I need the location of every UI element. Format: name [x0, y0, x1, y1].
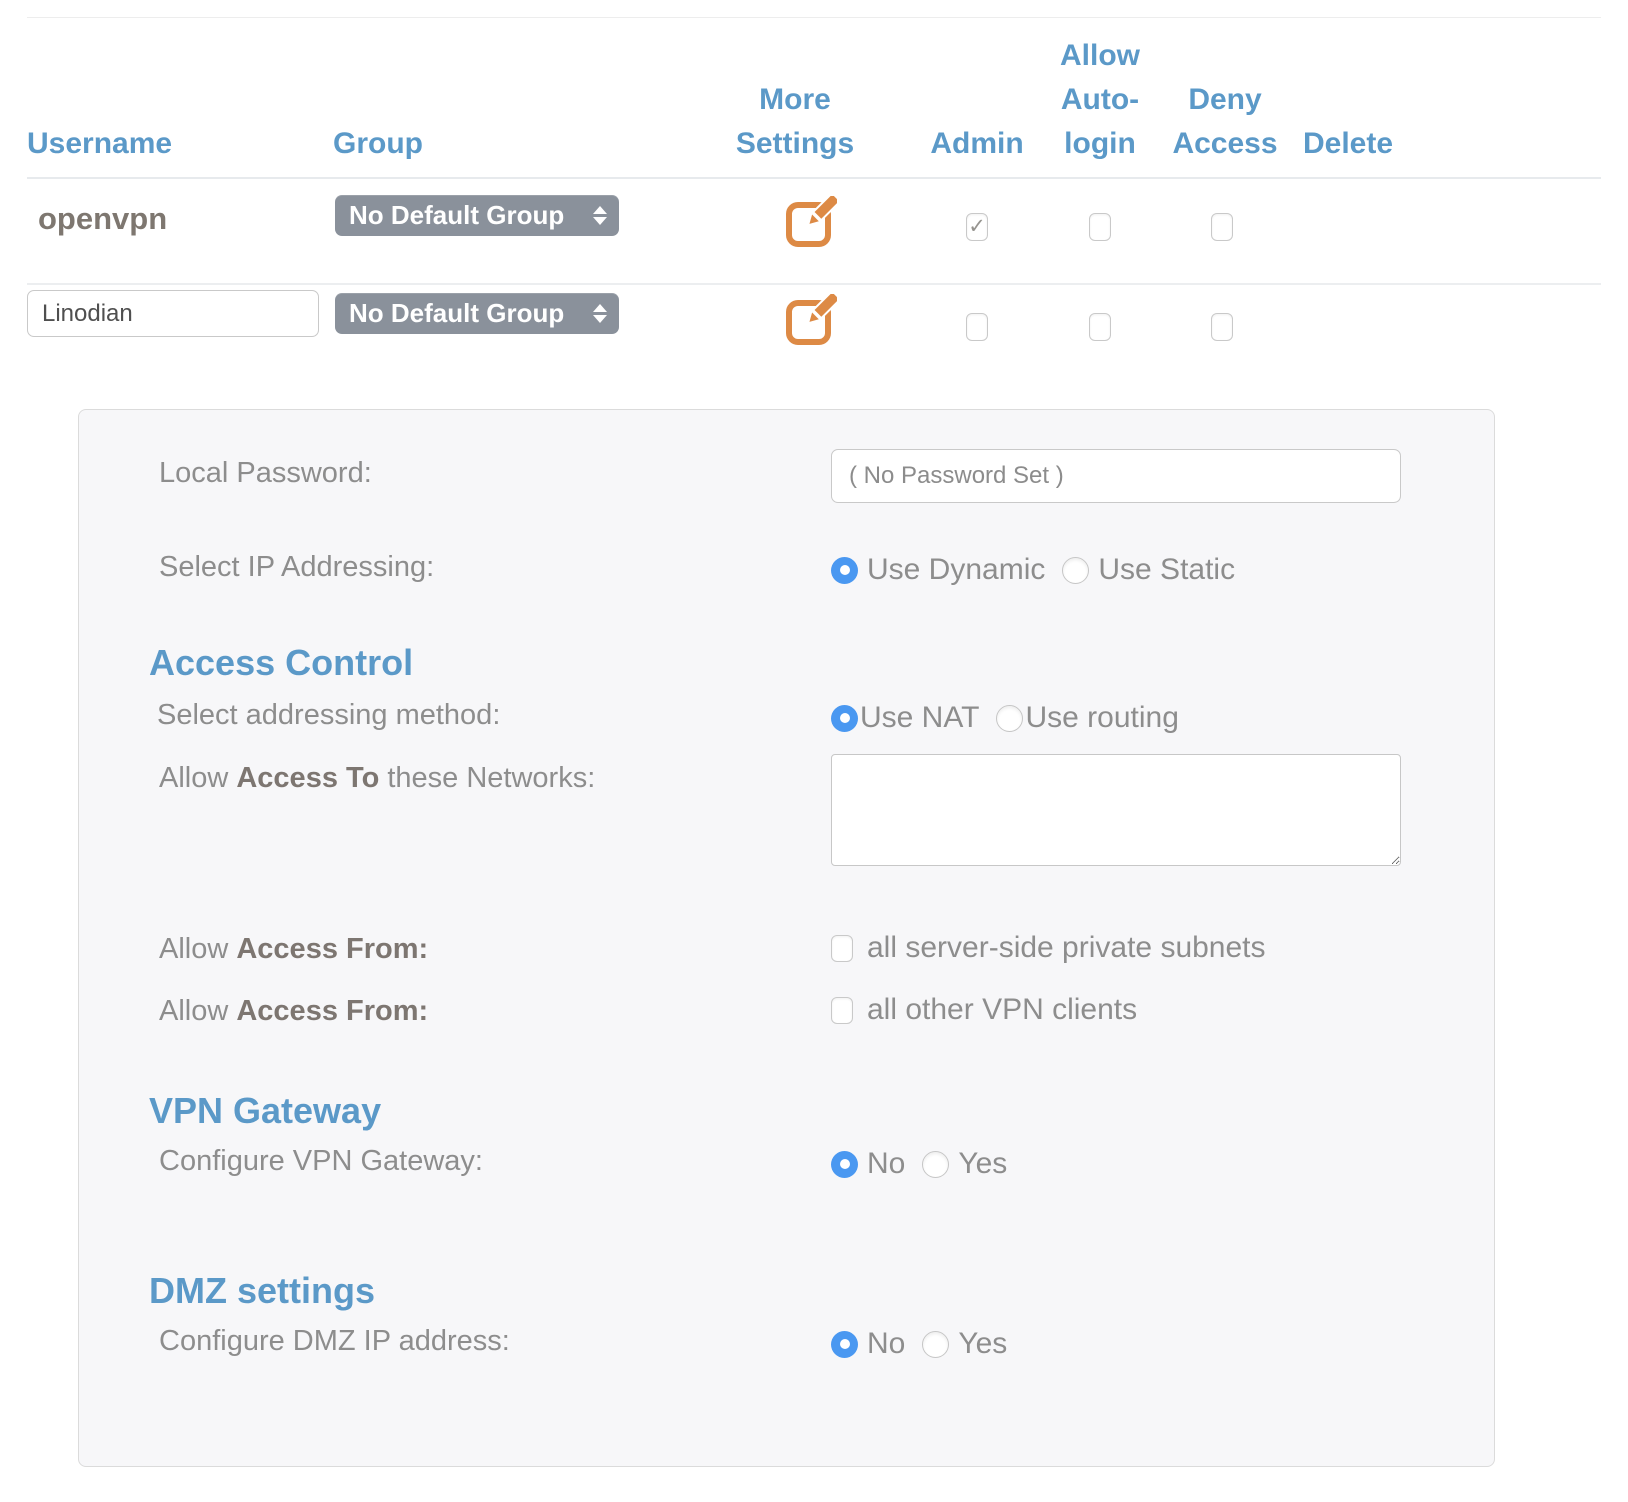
addressing-method-radio-group: Use NAT Use routing — [831, 701, 1179, 735]
use-static-label: Use Static — [1098, 553, 1235, 587]
access-control-heading: Access Control — [149, 642, 413, 684]
vpn-gateway-heading: VPN Gateway — [149, 1090, 381, 1132]
vpn-gateway-yes-radio[interactable] — [922, 1151, 949, 1178]
dmz-no-label: No — [867, 1327, 905, 1361]
vpn-gateway-radio-group: No Yes — [831, 1147, 1007, 1181]
column-header-group: Group — [333, 122, 423, 166]
header-divider — [27, 177, 1601, 179]
use-nat-radio[interactable] — [831, 705, 858, 732]
group-select-value: No Default Group — [349, 298, 564, 329]
vpn-gateway-no-radio[interactable] — [831, 1151, 858, 1178]
ip-addressing-label: Select IP Addressing: — [159, 551, 434, 584]
configure-vpn-gateway-label: Configure VPN Gateway: — [159, 1145, 483, 1178]
dmz-settings-heading: DMZ settings — [149, 1270, 375, 1312]
local-password-input[interactable] — [831, 449, 1401, 503]
use-dynamic-radio[interactable] — [831, 557, 858, 584]
access-from-label-1: Allow Access From: — [159, 933, 428, 966]
private-subnets-label: all server-side private subnets — [867, 931, 1266, 965]
ip-addressing-radio-group: Use Dynamic Use Static — [831, 553, 1235, 587]
edit-pencil-icon — [785, 294, 837, 346]
user-permissions-screen: Username Group More Settings Admin Allow… — [0, 0, 1628, 1502]
local-password-label: Local Password: — [159, 457, 372, 490]
use-routing-radio[interactable] — [996, 705, 1023, 732]
addressing-method-label: Select addressing method: — [157, 699, 500, 732]
check-icon: ✓ — [968, 216, 986, 237]
vpn-gateway-yes-label: Yes — [958, 1147, 1007, 1181]
access-from-label-2: Allow Access From: — [159, 995, 428, 1028]
updown-arrows-icon — [593, 206, 607, 225]
column-header-allow-autologin: Allow Auto-login — [1040, 34, 1160, 166]
dmz-yes-label: Yes — [958, 1327, 1007, 1361]
deny-checkbox-openvpn[interactable] — [1211, 213, 1233, 241]
vpn-gateway-no-label: No — [867, 1147, 905, 1181]
column-header-deny-access: Deny Access — [1158, 78, 1292, 166]
autologin-checkbox-openvpn[interactable] — [1089, 213, 1111, 241]
top-divider — [27, 17, 1601, 18]
more-settings-edit-button[interactable] — [785, 196, 837, 248]
group-select-value: No Default Group — [349, 200, 564, 231]
column-header-admin: Admin — [917, 122, 1037, 166]
updown-arrows-icon — [593, 304, 607, 323]
vpn-clients-label: all other VPN clients — [867, 993, 1137, 1027]
column-header-more-settings: More Settings — [720, 78, 870, 166]
dmz-yes-radio[interactable] — [922, 1331, 949, 1358]
use-dynamic-label: Use Dynamic — [867, 553, 1045, 587]
group-select-openvpn[interactable]: No Default Group — [335, 195, 619, 236]
user-settings-panel: Local Password: Select IP Addressing: Us… — [78, 409, 1495, 1467]
dmz-radio-group: No Yes — [831, 1327, 1007, 1361]
edit-pencil-icon — [785, 196, 837, 248]
use-routing-label: Use routing — [1025, 701, 1178, 735]
access-to-label: Allow Access To these Networks: — [159, 762, 595, 795]
row-divider — [27, 283, 1601, 285]
column-header-username: Username — [27, 122, 172, 166]
deny-checkbox-new-user[interactable] — [1211, 313, 1233, 341]
networks-textarea[interactable] — [831, 754, 1401, 866]
use-static-radio[interactable] — [1062, 557, 1089, 584]
use-nat-label: Use NAT — [860, 701, 979, 735]
configure-dmz-label: Configure DMZ IP address: — [159, 1325, 510, 1358]
autologin-checkbox-new-user[interactable] — [1089, 313, 1111, 341]
access-from-row-2: all other VPN clients — [831, 993, 1137, 1027]
dmz-no-radio[interactable] — [831, 1331, 858, 1358]
admin-checkbox-openvpn[interactable]: ✓ — [966, 213, 988, 241]
username-openvpn: openvpn — [38, 201, 167, 237]
private-subnets-checkbox[interactable] — [831, 935, 853, 962]
more-settings-edit-button[interactable] — [785, 294, 837, 346]
vpn-clients-checkbox[interactable] — [831, 997, 853, 1024]
access-from-row-1: all server-side private subnets — [831, 931, 1266, 965]
admin-checkbox-new-user[interactable] — [966, 313, 988, 341]
new-username-input[interactable] — [27, 290, 319, 337]
column-header-delete: Delete — [1283, 122, 1413, 166]
group-select-new-user[interactable]: No Default Group — [335, 293, 619, 334]
